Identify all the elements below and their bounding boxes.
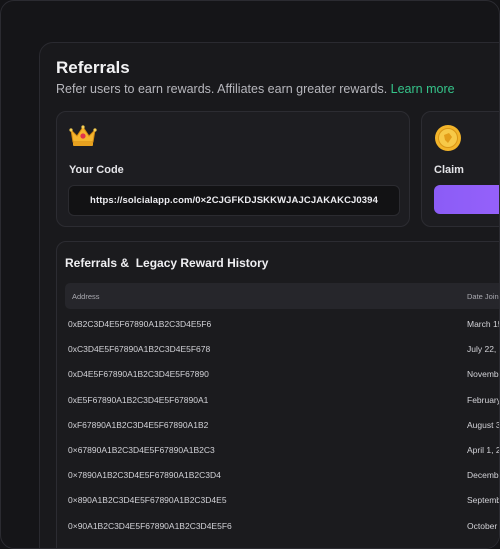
page-subtitle: Refer users to earn rewards. Affiliates … [56,82,455,96]
your-code-label: Your Code [69,164,124,176]
reward-history-card: Referrals & Legacy Reward History Addres… [56,241,500,548]
table-row: 0xE5F67890A1B2C3D4E5F67890A1 February [65,392,500,412]
app-window: Referrals Refer users to earn rewards. A… [0,0,500,549]
row-address: 0×67890A1B2C3D4E5F67890A1B2C3 [68,445,215,455]
learn-more-link[interactable]: Learn more [391,82,455,96]
row-date-joined: August 3 [467,419,500,430]
row-date-joined: Septemb [467,495,500,506]
column-header-date-joined: Date Joine [467,292,500,301]
subtitle-text: Refer users to earn rewards. Affiliates … [56,82,388,96]
claim-button[interactable] [434,185,499,214]
row-address: 0xE5F67890A1B2C3D4E5F67890A1 [68,394,209,405]
your-code-card: Your Code https://solcialapp.com/0×2CJGF… [56,111,410,227]
column-header-address: Address [72,292,100,301]
row-address: 0xB2C3D4E5F67890A1B2C3D4E5F6 [68,319,212,329]
row-date-joined: Decemb [467,470,499,481]
table-row: 0×90A1B2C3D4E5F67890A1B2C3D4E5F6 October [65,518,499,538]
row-date-joined: July 22, [467,344,497,355]
row-date-joined: October [467,520,498,531]
table-row: 0xF67890A1B2C3D4E5F67890A1B2 August 3 [65,417,500,437]
claim-label: Claim [434,164,464,176]
row-address: 0xD4E5F67890A1B2C3D4E5F67890 [68,369,209,380]
row-date-joined: February [467,394,500,405]
row-address: 0xC3D4E5F67890A1B2C3D4E5F678 [68,344,211,355]
table-row: 0xB2C3D4E5F67890A1B2C3D4E5F6 March 15 [65,316,500,336]
row-date-joined: March 15 [467,319,500,329]
table-header: Address Date Joine [65,283,500,309]
row-address: 0×890A1B2C3D4E5F67890A1B2C3D4E5 [68,495,227,506]
referrals-panel: Referrals Refer users to earn rewards. A… [39,42,500,548]
row-date-joined: Novemb [467,369,499,380]
referral-code-field[interactable]: https://solcialapp.com/0×2CJGFKDJSKKWJAJ… [68,185,400,216]
claim-card: Claim [421,111,499,227]
row-date-joined: April 1, 2 [467,445,500,455]
coin-icon [435,125,461,151]
table-row: 0xD4E5F67890A1B2C3D4E5F67890 Novemb [65,366,499,386]
page-title: Referrals [56,58,130,77]
row-address: 0xF67890A1B2C3D4E5F67890A1B2 [68,419,209,430]
table-row: 0×890A1B2C3D4E5F67890A1B2C3D4E5 Septemb [65,492,500,512]
crown-icon [69,125,97,146]
history-title: Referrals & Legacy Reward History [65,256,269,270]
table-row: 0×67890A1B2C3D4E5F67890A1B2C3 April 1, 2 [65,442,500,462]
table-row: 0xC3D4E5F67890A1B2C3D4E5F678 July 22, [65,341,499,361]
table-row: 0×7890A1B2C3D4E5F67890A1B2C3D4 Decemb [65,467,499,487]
row-address: 0×7890A1B2C3D4E5F67890A1B2C3D4 [68,470,221,481]
row-address: 0×90A1B2C3D4E5F67890A1B2C3D4E5F6 [68,520,232,531]
